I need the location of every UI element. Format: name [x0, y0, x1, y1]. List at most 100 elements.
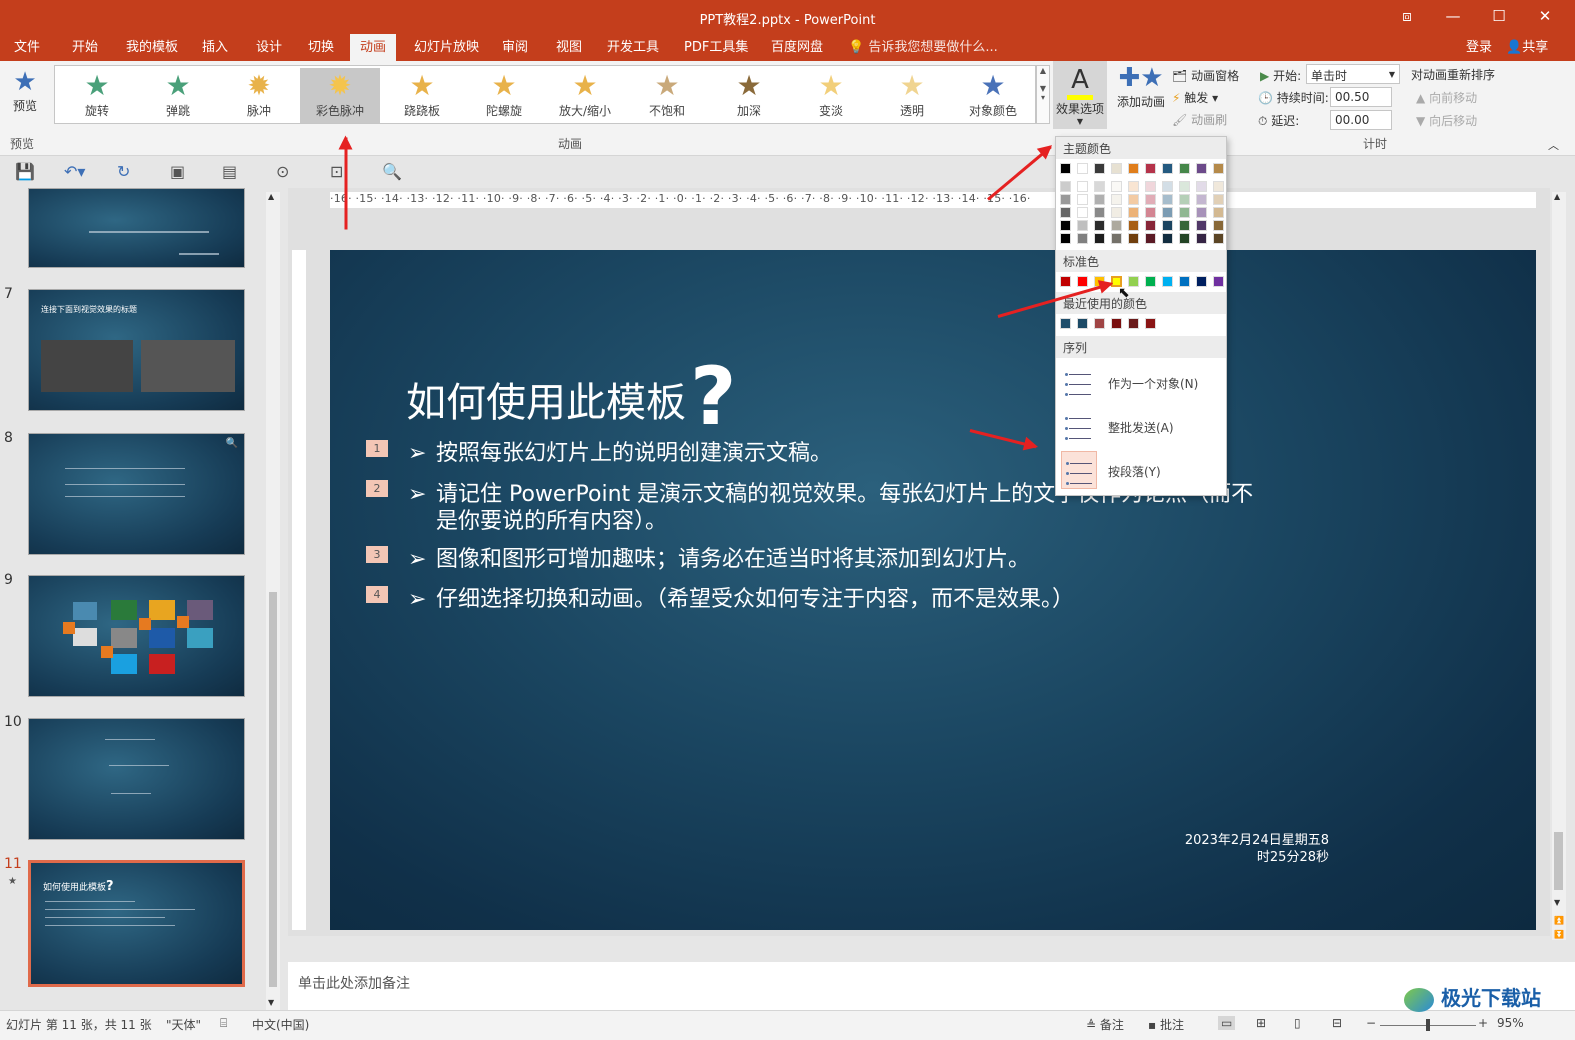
theme-color-swatch[interactable] [1060, 181, 1071, 192]
zoom-preview-icon[interactable]: 🔍 [382, 162, 402, 181]
theme-color-swatch[interactable] [1145, 163, 1156, 174]
thumbnail-slide-9[interactable] [28, 575, 245, 697]
tab-baidu-disk[interactable]: 百度网盘 [771, 38, 823, 58]
animation-pane-button[interactable]: 🗂 动画窗格 [1172, 67, 1239, 84]
theme-color-swatch[interactable] [1196, 163, 1207, 174]
scroll-up-icon[interactable]: ▲ [268, 192, 274, 201]
standard-color-swatch[interactable] [1162, 276, 1173, 287]
anim-bounce[interactable]: ★ 弹跳 [138, 68, 218, 123]
anim-desaturate[interactable]: ★ 不饱和 [627, 68, 707, 123]
theme-color-swatch[interactable] [1213, 194, 1224, 205]
theme-color-swatch[interactable] [1128, 194, 1139, 205]
login-link[interactable]: 登录 [1466, 38, 1492, 58]
zoom-level[interactable]: 95% [1497, 1016, 1524, 1030]
option-all-at-once[interactable]: 整批发送(A) [1056, 405, 1226, 447]
theme-color-swatch[interactable] [1111, 233, 1122, 244]
theme-color-swatch[interactable] [1162, 194, 1173, 205]
theme-color-swatch[interactable] [1179, 163, 1190, 174]
tab-home[interactable]: 开始 [72, 38, 98, 58]
recent-color-swatch[interactable] [1094, 318, 1105, 329]
bullet-item[interactable]: ➢ 仔细选择切换和动画。（希望受众如何专注于内容，而不是效果。） [408, 586, 1258, 613]
theme-color-swatch[interactable] [1196, 233, 1207, 244]
anim-transparency[interactable]: ★ 透明 [872, 68, 952, 123]
zoom-in-icon[interactable]: + [1478, 1016, 1488, 1030]
reading-view-icon[interactable]: ▯ [1294, 1016, 1301, 1030]
theme-color-swatch[interactable] [1128, 220, 1139, 231]
standard-color-swatch[interactable] [1196, 276, 1207, 287]
theme-color-swatch[interactable] [1196, 220, 1207, 231]
theme-color-swatch[interactable] [1094, 207, 1105, 218]
comments-toggle[interactable]: ▪ 批注 [1148, 1016, 1184, 1033]
tab-pdf-tools[interactable]: PDF工具集 [684, 38, 748, 58]
theme-color-swatch[interactable] [1162, 220, 1173, 231]
theme-color-swatch[interactable] [1077, 163, 1088, 174]
theme-color-swatch[interactable] [1060, 194, 1071, 205]
thumbnail-slide-7[interactable]: 连接下面到视觉效果的标题 [28, 289, 245, 411]
scroll-up-icon[interactable]: ▲ [1554, 192, 1560, 201]
theme-color-swatch[interactable] [1196, 181, 1207, 192]
anim-teeter[interactable]: ★ 跷跷板 [382, 68, 462, 123]
theme-color-swatch[interactable] [1094, 194, 1105, 205]
thumbnail-slide-11[interactable]: 如何使用此模板? [28, 860, 245, 987]
ribbon-display-icon[interactable]: ⧈ [1392, 4, 1422, 28]
minimize-icon[interactable]: — [1438, 4, 1468, 28]
anim-grow-shrink[interactable]: ★ 放大/缩小 [545, 68, 625, 123]
theme-color-swatch[interactable] [1162, 233, 1173, 244]
date-time-box[interactable]: 2023年2月24日星期五8 时25分28秒 [1185, 832, 1329, 866]
theme-color-swatch[interactable] [1094, 220, 1105, 231]
theme-color-swatch[interactable] [1162, 181, 1173, 192]
sequence-tag[interactable]: 1 [366, 440, 388, 457]
move-later-button[interactable]: ▼ 向后移动 [1416, 112, 1477, 129]
theme-color-swatch[interactable] [1213, 220, 1224, 231]
theme-color-swatch[interactable] [1179, 207, 1190, 218]
theme-color-swatch[interactable] [1077, 220, 1088, 231]
theme-color-swatch[interactable] [1111, 194, 1122, 205]
spellcheck-icon[interactable]: ⌸ [220, 1016, 227, 1031]
theme-color-swatch[interactable] [1162, 163, 1173, 174]
notes-toggle[interactable]: ≜ 备注 [1086, 1016, 1124, 1033]
theme-color-swatch[interactable] [1213, 181, 1224, 192]
theme-color-swatch[interactable] [1077, 207, 1088, 218]
standard-color-swatch[interactable] [1128, 276, 1139, 287]
zoom-out-icon[interactable]: − [1366, 1016, 1376, 1030]
scroll-thumb[interactable] [1554, 832, 1563, 890]
undo-icon[interactable]: ↶▾ [64, 162, 85, 181]
theme-color-swatch[interactable] [1077, 194, 1088, 205]
anim-pulse[interactable]: ✹ 脉冲 [219, 68, 299, 123]
theme-color-swatch[interactable] [1213, 233, 1224, 244]
tab-my-templates[interactable]: 我的模板 [126, 38, 178, 58]
theme-color-swatch[interactable] [1145, 220, 1156, 231]
tab-view[interactable]: 视图 [556, 38, 582, 58]
tab-file[interactable]: 文件 [14, 38, 40, 58]
theme-color-swatch[interactable] [1060, 220, 1071, 231]
tab-transitions[interactable]: 切换 [308, 38, 334, 58]
theme-color-swatch[interactable] [1179, 220, 1190, 231]
option-as-one-object[interactable]: 作为一个对象(N) [1056, 361, 1226, 403]
tab-review[interactable]: 审阅 [502, 38, 528, 58]
close-icon[interactable]: ✕ [1530, 4, 1560, 28]
standard-color-swatch[interactable] [1145, 276, 1156, 287]
scroll-down-icon[interactable]: ▼ [1554, 898, 1560, 907]
theme-color-swatch[interactable] [1145, 207, 1156, 218]
redo-icon[interactable]: ↻ [117, 162, 130, 181]
slideshow-view-icon[interactable]: ⊟ [1332, 1016, 1342, 1030]
maximize-icon[interactable]: ☐ [1484, 4, 1514, 28]
theme-color-swatch[interactable] [1111, 207, 1122, 218]
slide-sorter-icon[interactable]: ⊞ [1256, 1016, 1266, 1030]
theme-color-swatch[interactable] [1060, 163, 1071, 174]
layout-icon[interactable]: ▤ [222, 162, 237, 181]
present-icon[interactable]: ⊡ [330, 162, 343, 181]
recent-color-swatch[interactable] [1060, 318, 1071, 329]
theme-color-swatch[interactable] [1094, 233, 1105, 244]
from-current-icon[interactable]: ⊙ [276, 162, 289, 181]
effect-options-button[interactable]: A 效果选项 ▼ [1053, 61, 1107, 129]
theme-color-swatch[interactable] [1179, 233, 1190, 244]
theme-color-swatch[interactable] [1213, 207, 1224, 218]
thumbnail-slide-10[interactable] [28, 718, 245, 840]
bullet-item[interactable]: ➢ 图像和图形可增加趣味；请务必在适当时将其添加到幻灯片。 [408, 546, 1258, 573]
recent-color-swatch[interactable] [1145, 318, 1156, 329]
share-button[interactable]: 👤共享 [1506, 38, 1548, 58]
theme-color-swatch[interactable] [1128, 163, 1139, 174]
theme-color-swatch[interactable] [1196, 207, 1207, 218]
slide-title[interactable]: 如何使用此模板? [406, 350, 736, 443]
